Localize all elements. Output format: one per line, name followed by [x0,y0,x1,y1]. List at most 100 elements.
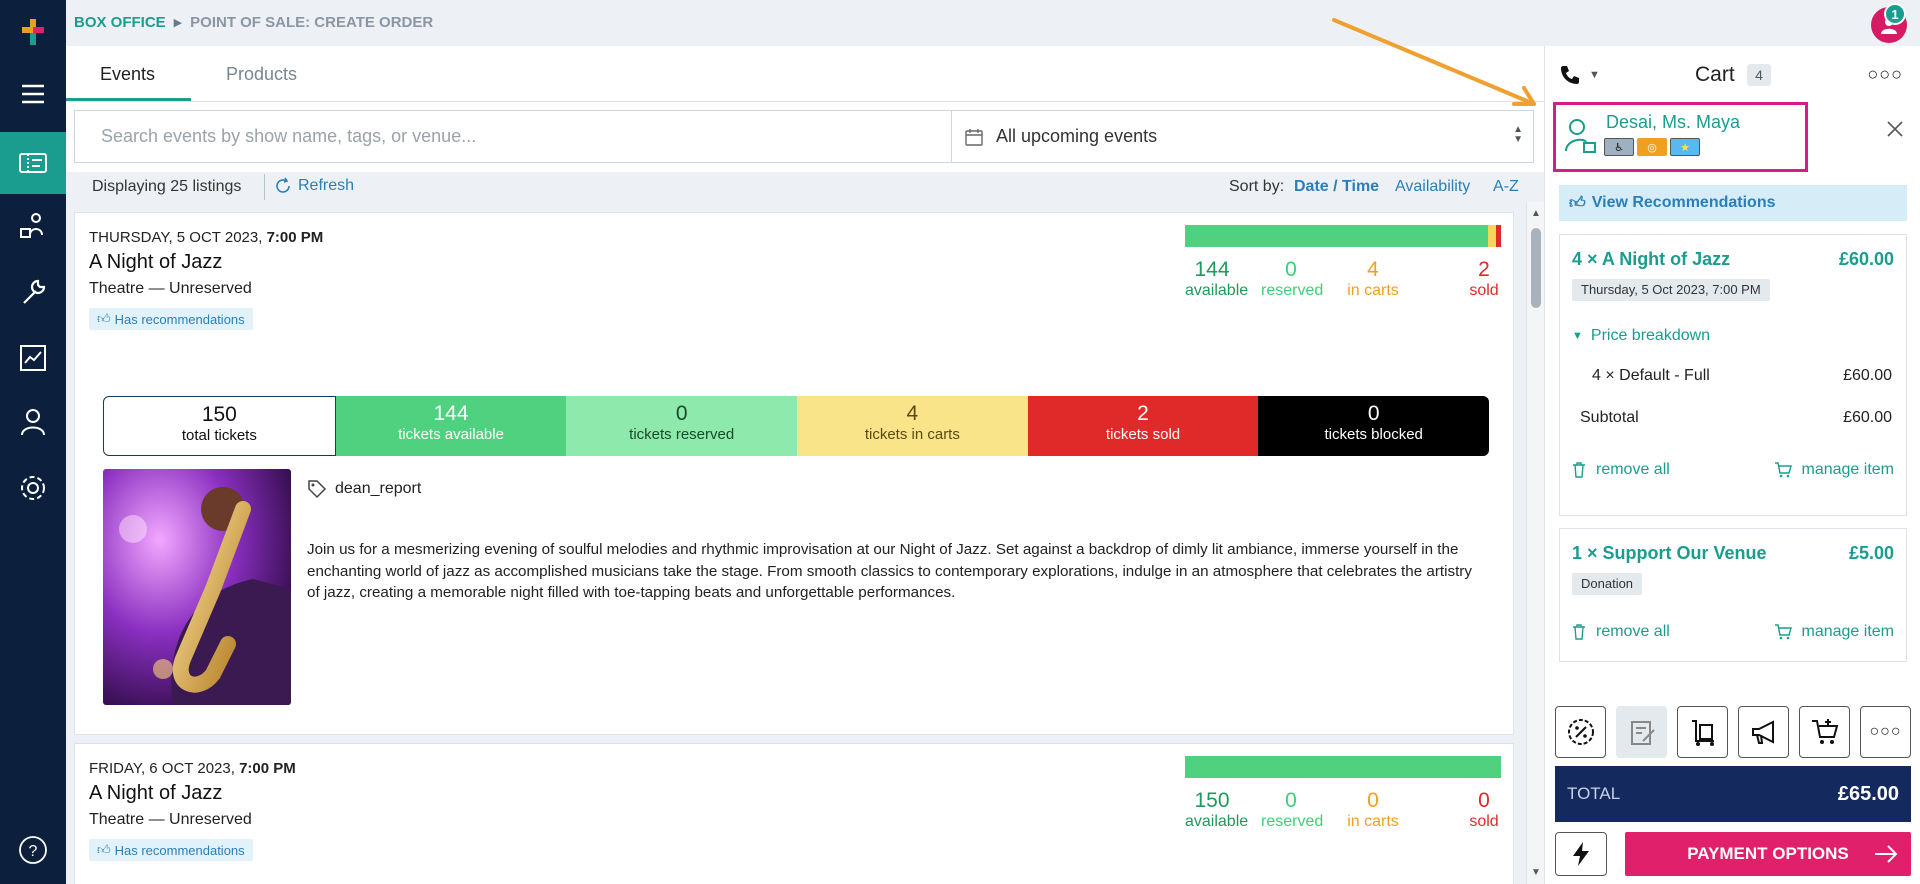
event-title: A Night of Jazz [89,251,223,273]
phone-order-button[interactable]: ▼ [1559,64,1600,86]
sidebar-item-customers[interactable] [0,196,66,256]
more-options-icon[interactable]: ○○○ [1867,64,1903,85]
recommendations-badge: 👍︎ Has recommendations [89,839,253,861]
delivery-button[interactable] [1677,706,1728,758]
refresh-label: Refresh [298,177,355,194]
manage-item-button[interactable]: manage item [1774,623,1894,641]
cart-panel: ▼ Cart 4 ○○○ Desai, Ms. Maya ♿︎ ◎ ★ 👍︎ V… [1544,46,1920,884]
event-card[interactable]: THURSDAY, 5 OCT 2023, 7:00 PM A Night of… [74,212,1514,735]
add-to-cart-button[interactable] [1799,706,1850,758]
user-icon [21,409,45,436]
luggage-cart-icon [1691,720,1714,746]
thumbs-up-icon: 👍︎ [1569,194,1586,212]
breakdown-total: 150 total tickets [103,396,336,456]
event-datetime: FRIDAY, 6 OCT 2023, 7:00 PM [89,760,296,777]
lightning-icon [1573,842,1589,866]
cart-item-date: Thursday, 5 Oct 2023, 7:00 PM [1572,279,1770,301]
date-filter-select[interactable]: All upcoming events ▲ ▼ [951,111,1535,162]
quick-pay-button[interactable] [1555,832,1607,876]
breadcrumb-section[interactable]: BOX OFFICE [74,14,166,31]
phone-icon [1561,66,1579,84]
cart-item-title[interactable]: 1 × Support Our Venue [1572,543,1767,564]
customer-basket-icon [1565,119,1596,153]
sidebar-item-reports[interactable] [0,328,66,388]
thumbs-up-icon: 👍︎ [97,842,111,857]
listing-toolbar: Displaying 25 listings Refresh Sort by: … [66,172,1544,202]
sort-a-z[interactable]: A-Z [1493,178,1519,196]
event-title: A Night of Jazz [89,782,223,804]
scroll-down-icon[interactable]: ▼ [1531,867,1541,878]
sidebar-item-tools[interactable] [0,262,66,322]
breakdown-blocked: 0 tickets blocked [1258,396,1490,456]
discount-icon [1567,719,1594,745]
select-arrows-icon: ▲ ▼ [1513,124,1523,145]
notes-button[interactable] [1616,706,1667,758]
event-datetime: THURSDAY, 5 OCT 2023, 7:00 PM [89,229,324,246]
remove-all-button[interactable]: remove all [1572,461,1670,479]
customer-name[interactable]: Desai, Ms. Maya [1606,112,1740,133]
cart-action-buttons: ○○○ [1555,706,1911,758]
bar-sold [1496,225,1501,247]
cart-item-title[interactable]: 4 × A Night of Jazz [1572,249,1730,270]
scroll-thumb[interactable] [1531,228,1541,308]
stat-sold: 0 sold [1469,789,1499,830]
app-logo[interactable] [0,10,66,54]
availability-bar [1185,756,1501,778]
event-list-scrollbar[interactable]: ▲ ▼ [1526,202,1544,884]
stat-available: 144 available [1185,258,1249,299]
cart-title: Cart [1695,63,1735,86]
ticket-breakdown: 150 total tickets 144 tickets available 0t… [103,396,1490,456]
sort-date-time[interactable]: Date / Time [1294,178,1379,196]
event-venue: Theatre — Unreserved [89,811,252,828]
svg-text:?: ? [29,843,38,860]
tab-events[interactable]: Events [100,64,155,85]
event-card[interactable]: FRIDAY, 6 OCT 2023, 7:00 PM A Night of J… [74,743,1514,884]
sort-availability[interactable]: Availability [1395,178,1470,196]
manage-item-button[interactable]: manage item [1774,461,1894,479]
customer-basket-icon [20,213,43,238]
subtotal-line: Subtotal £60.00 [1580,409,1892,426]
accessibility-icon: ♿︎ [1604,138,1634,156]
search-input[interactable] [75,111,951,162]
menu-icon[interactable] [0,64,66,124]
scroll-up-icon[interactable]: ▲ [1531,208,1541,219]
price-line: 4 × Default - Full £60.00 [1592,367,1892,384]
thumbs-up-icon: 👍︎ [97,311,111,326]
payment-options-button[interactable]: PAYMENT OPTIONS [1625,832,1911,876]
search-bar: All upcoming events ▲▼ [74,110,1534,163]
help-button[interactable]: ? [0,820,66,880]
stat-in-carts: 0 in carts [1347,789,1399,830]
price-breakdown-toggle[interactable]: ▼ Price breakdown [1572,327,1710,345]
total-bar: TOTAL £65.00 [1555,766,1911,822]
customer-card[interactable]: Desai, Ms. Maya ♿︎ ◎ ★ [1553,102,1808,172]
cart-count-badge: 4 [1747,64,1771,86]
sidebar-item-account[interactable] [0,392,66,452]
ticket-icon [19,153,47,173]
remove-all-button[interactable]: remove all [1572,623,1670,641]
trash-icon [1573,462,1585,478]
arrow-right-icon [1875,845,1898,863]
help-icon: ? [19,836,47,864]
marketing-button[interactable] [1738,706,1789,758]
event-tag: dean_report [307,479,421,499]
tab-products[interactable]: Products [226,64,297,85]
total-value: £65.00 [1837,782,1899,805]
close-icon[interactable] [1886,120,1904,138]
active-tab-indicator [66,98,191,101]
view-recommendations-button[interactable]: 👍︎ View Recommendations [1559,185,1907,221]
discount-button[interactable] [1555,706,1606,758]
recommendations-badge: 👍︎ Has recommendations [89,308,253,330]
breakdown-available: 144 tickets available [335,396,567,456]
stat-sold: 2 sold [1469,258,1499,299]
stat-reserved: 0 reserved [1261,789,1324,830]
notification-badge: 1 [1884,3,1906,25]
more-actions-button[interactable]: ○○○ [1860,706,1911,758]
refresh-button[interactable]: Refresh [274,177,354,195]
breadcrumb: BOX OFFICE ▶ POINT OF SALE: CREATE ORDER [74,14,433,31]
breakdown-in-carts: 4 tickets in carts [797,396,1028,456]
sidebar-item-settings[interactable] [0,458,66,518]
sidebar-nav: ? [0,0,66,884]
sidebar-item-tickets[interactable] [0,132,66,194]
sort-label: Sort by: [1229,178,1285,195]
availability-bar [1185,225,1501,247]
